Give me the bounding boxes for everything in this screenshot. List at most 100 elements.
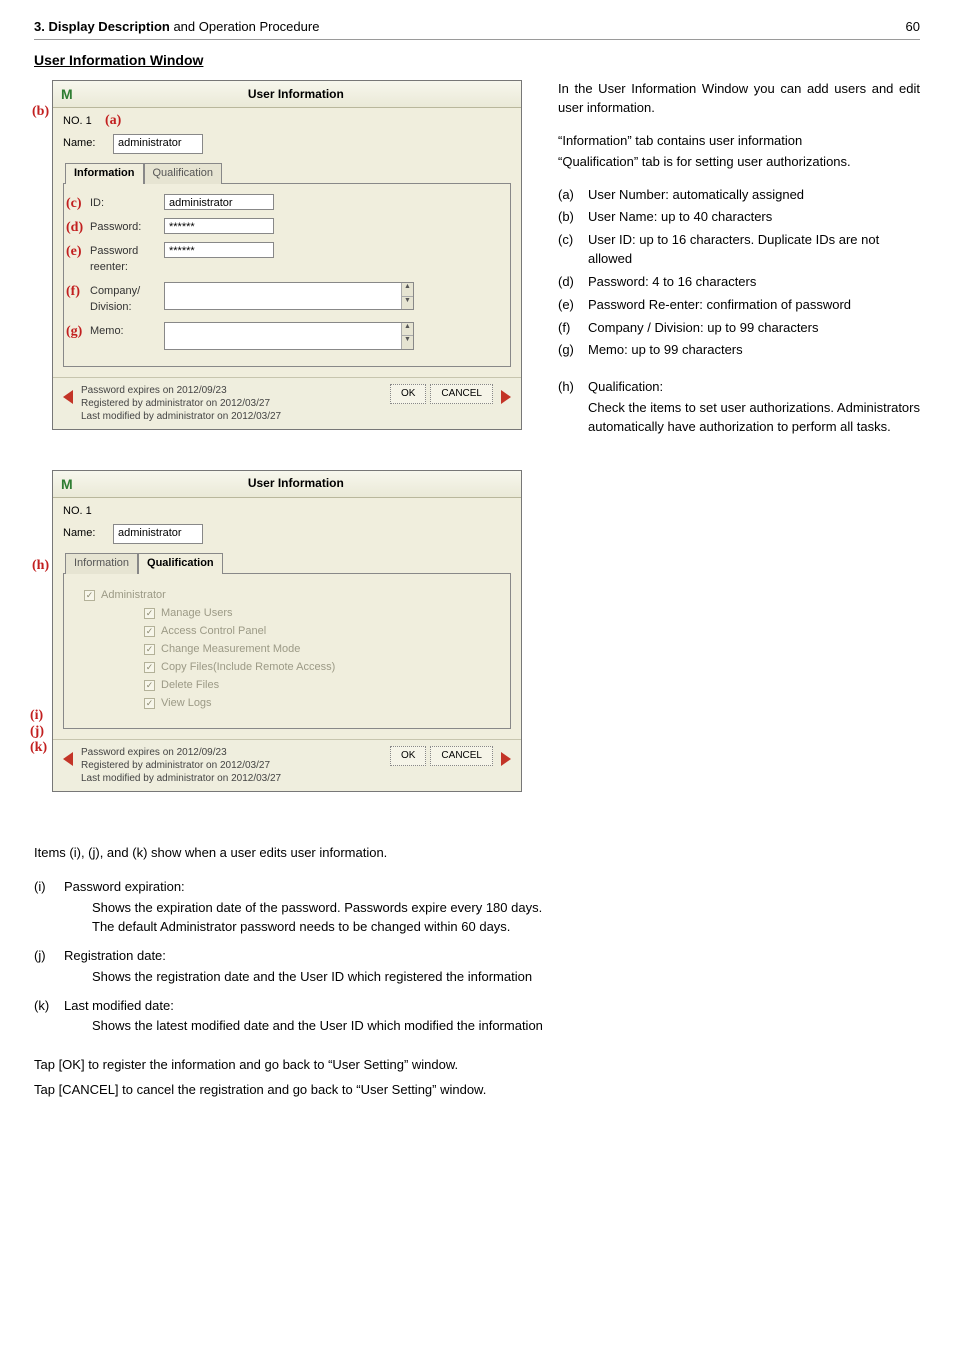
app-icon: M [61,474,73,494]
check-label: Administrator [101,588,166,604]
chapter-bold: 3. Display Description [34,19,170,34]
memo-field[interactable]: ▲▼ [164,322,414,350]
intro-paragraph: In the User Information Window you can a… [558,80,920,118]
list-bullet: (a) [558,186,588,205]
list-bullet: (f) [558,319,588,338]
tab-panel-information: (c) ID: administrator (d) Password: ****… [63,183,511,367]
list-text: User ID: up to 16 characters. Duplicate … [588,231,920,269]
lower-intro: Items (i), (j), and (k) show when a user… [34,844,920,863]
scroll-arrows[interactable]: ▲▼ [401,323,413,349]
item-desc: Shows the expiration date of the passwor… [92,899,920,918]
list-bullet: (k) [34,997,64,1016]
footer-expires: Password expires on 2012/09/23 [81,746,382,759]
footer-modified: Last modified by administrator on 2012/0… [81,410,382,423]
footer-registered: Registered by administrator on 2012/03/2… [81,759,382,772]
name-label: Name: [63,526,107,542]
field-list: (a)User Number: automatically assigned (… [558,186,920,361]
tail-cancel: Tap [CANCEL] to cancel the registration … [34,1081,920,1100]
check-copy-files[interactable]: ✓Copy Files(Include Remote Access) [144,660,498,676]
item-title: Last modified date: [64,997,174,1016]
left-arrow-icon [63,390,73,404]
tab-panel-qualification: ✓ Administrator ✓ Manage Users ✓ Access Co… [63,573,511,729]
footer-modified: Last modified by administrator on 2012/0… [81,772,382,785]
check-label: Manage Users [161,606,233,622]
dialog-tabs: Information Qualification [65,552,511,573]
scroll-arrows[interactable]: ▲▼ [401,283,413,309]
lower-description: Items (i), (j), and (k) show when a user… [34,844,920,1100]
password-reenter-field[interactable]: ****** [164,242,274,258]
item-desc: The default Administrator password needs… [92,918,920,937]
annot-f: (f) [66,282,80,302]
name-field[interactable]: administrator [113,524,203,544]
cancel-button[interactable]: CANCEL [430,384,493,405]
check-change-measurement-mode[interactable]: ✓ Change Measurement Mode [144,642,498,658]
qualification-body: Check the items to set user authorizatio… [558,399,920,437]
dialog-titlebar: M User Information [53,471,521,498]
check-access-control-panel[interactable]: ✓ Access Control Panel [144,624,498,640]
item-title: Registration date: [64,947,166,966]
company-field[interactable]: ▲▼ [164,282,414,310]
footer-registered: Registered by administrator on 2012/03/2… [81,397,382,410]
cancel-button[interactable]: CANCEL [430,746,493,767]
name-label: Name: [63,136,107,152]
memo-label: Memo: [76,322,156,340]
user-info-dialog-information: (b) M User Information NO. 1 (a) Name: a… [34,80,534,430]
list-bullet: (j) [34,947,64,966]
item-desc: Shows the latest modified date and the U… [92,1017,920,1036]
tab-qualification[interactable]: Qualification [144,163,223,184]
id-field[interactable]: administrator [164,194,274,210]
dialog-titlebar: M User Information [53,81,521,108]
checkbox-icon: ✓ [144,662,155,673]
check-label: Access Control Panel [161,624,266,640]
check-delete-files[interactable]: ✓Delete Files [144,678,498,694]
item-title: Password expiration: [64,878,185,897]
id-label: ID: [76,194,156,212]
page-number: 60 [906,18,920,37]
checkbox-icon: ✓ [144,608,155,619]
list-text: Password: 4 to 16 characters [588,273,920,292]
list-bullet: (b) [558,208,588,227]
checkbox-icon: ✓ [84,590,95,601]
password-field[interactable]: ****** [164,218,274,234]
check-label: Change Measurement Mode [161,642,300,658]
list-bullet: (g) [558,341,588,360]
checkbox-icon: ✓ [144,644,155,655]
page-header: 3. Display Description and Operation Pro… [34,18,920,40]
annot-d: (d) [66,218,83,238]
name-field[interactable]: administrator [113,134,203,154]
list-bullet: (e) [558,296,588,315]
check-label: View Logs [161,696,212,712]
annot-h: (h) [32,556,49,576]
check-manage-users[interactable]: ✓ Manage Users [144,606,498,622]
annot-g: (g) [66,322,82,342]
description-text: In the User Information Window you can a… [558,80,920,437]
qualification-heading: Qualification: [588,378,663,397]
list-bullet: (i) [34,878,64,897]
dialog-footer: Password expires on 2012/09/23 Registere… [53,377,521,429]
right-arrow-icon [501,752,511,766]
checkbox-icon: ✓ [144,626,155,637]
password-label: Password: [76,218,156,236]
dialog-footer: Password expires on 2012/09/23 Registere… [53,739,521,791]
list-text: Memo: up to 99 characters [588,341,920,360]
annot-c: (c) [66,194,82,214]
dialog-tabs: Information Qualification [65,162,511,183]
ok-button[interactable]: OK [390,384,426,405]
check-administrator[interactable]: ✓ Administrator [84,588,498,604]
list-text: User Number: automatically assigned [588,186,920,205]
left-arrow-icon [63,752,73,766]
check-view-logs[interactable]: ✓ View Logs [144,696,498,712]
tab-information[interactable]: Information [65,553,138,574]
annot-b: (b) [32,102,49,122]
checkbox-icon: ✓ [144,698,155,709]
user-number-row: NO. 1 (a) [63,114,511,130]
user-number-label: NO. 1 [63,505,92,517]
tail-ok: Tap [OK] to register the information and… [34,1056,920,1075]
user-info-dialog-qualification: (h) (i) (j) (k) M User Information NO. 1… [34,470,534,792]
ok-button[interactable]: OK [390,746,426,767]
tab-information[interactable]: Information [65,163,144,184]
tab-qualification[interactable]: Qualification [138,553,223,574]
section-title: User Information Window [34,50,920,70]
list-text: Company / Division: up to 99 characters [588,319,920,338]
chapter-rest: and Operation Procedure [170,19,320,34]
